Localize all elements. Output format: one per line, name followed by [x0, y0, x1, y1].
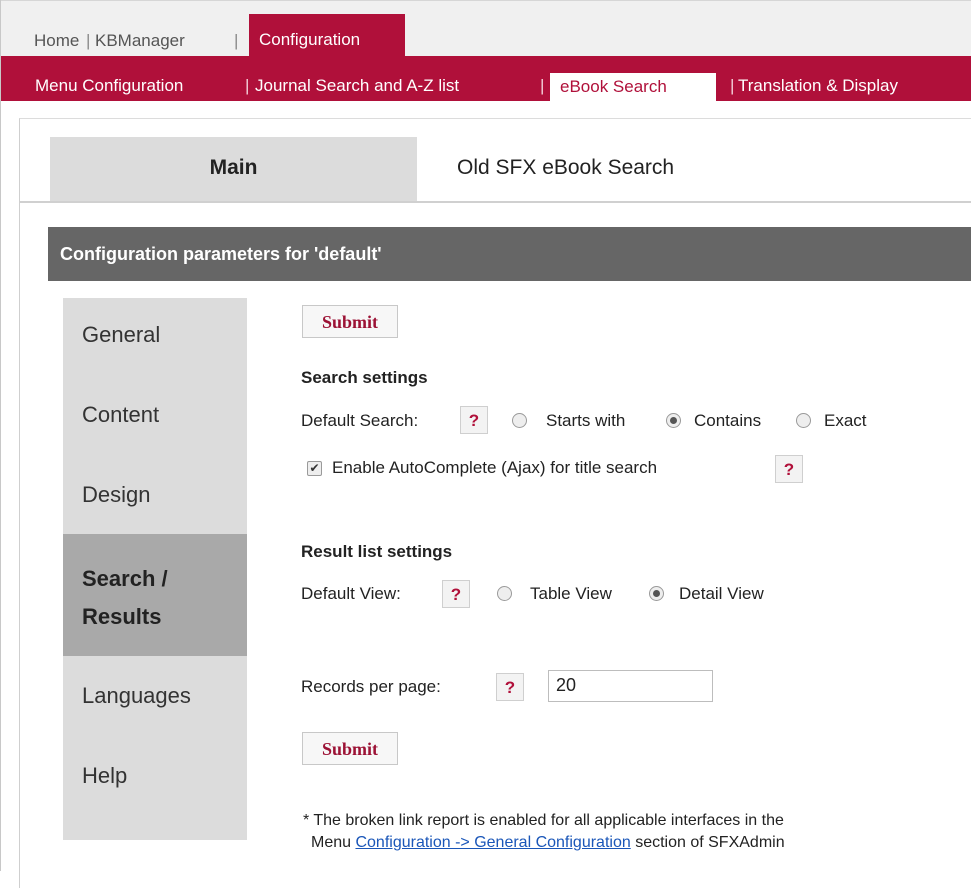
- sub-nav-ebook-search[interactable]: eBook Search: [550, 73, 716, 102]
- note-prefix: Menu: [311, 834, 356, 851]
- sub-nav-journal-search[interactable]: Journal Search and A-Z list: [255, 76, 459, 96]
- sidebar-item-content[interactable]: Content: [63, 402, 247, 428]
- general-configuration-link[interactable]: Configuration -> General Configuration: [355, 834, 630, 851]
- sub-nav-separator: |: [540, 76, 545, 95]
- records-per-page-help-icon[interactable]: ?: [496, 673, 524, 701]
- radio-starts-with[interactable]: [512, 413, 527, 428]
- radio-contains-label: Contains: [694, 411, 762, 430]
- top-nav-separator: |: [86, 31, 91, 50]
- sidebar-item-design[interactable]: Design: [63, 482, 247, 508]
- top-nav-home[interactable]: Home: [34, 31, 79, 51]
- sidebar-item-languages[interactable]: Languages: [63, 683, 247, 709]
- config-header: Configuration parameters for 'default': [48, 227, 971, 281]
- top-nav-kbmanager[interactable]: KBManager: [95, 31, 185, 51]
- top-nav-separator: |: [234, 31, 239, 50]
- autocomplete-help-icon[interactable]: ?: [775, 455, 803, 483]
- radio-exact-label: Exact: [824, 411, 867, 430]
- tab-bar: Main Old SFX eBook Search: [50, 137, 971, 201]
- config-sidebar: General Content Design Search / Results …: [63, 298, 247, 840]
- app-frame: Home | KBManager | Configuration Menu Co…: [0, 0, 971, 888]
- radio-starts-with-label: Starts with: [546, 411, 626, 430]
- top-nav-configuration[interactable]: Configuration: [249, 14, 405, 59]
- radio-exact[interactable]: [796, 413, 811, 428]
- default-search-help-icon[interactable]: ?: [460, 406, 488, 434]
- sidebar-item-label-line2: Results: [82, 604, 162, 629]
- tab-divider: [20, 201, 971, 203]
- default-view-help-icon[interactable]: ?: [442, 580, 470, 608]
- note-suffix: section of SFXAdmin: [630, 834, 785, 851]
- sub-nav-translation-display[interactable]: Translation & Display: [738, 76, 898, 96]
- broken-link-note-line2: Menu Configuration -> General Configurat…: [311, 832, 785, 854]
- tab-old-ebook-search[interactable]: Old SFX eBook Search: [417, 137, 971, 201]
- default-view-label: Default View:: [301, 584, 401, 603]
- search-settings-title: Search settings: [301, 368, 428, 387]
- radio-contains[interactable]: [666, 413, 681, 428]
- default-search-label: Default Search:: [301, 411, 419, 430]
- autocomplete-checkbox[interactable]: ✔: [307, 461, 322, 476]
- tab-main[interactable]: Main: [50, 137, 417, 201]
- sub-nav-separator: |: [730, 76, 735, 95]
- sub-nav-bar: Menu Configuration | Journal Search and …: [1, 56, 971, 102]
- sidebar-item-general[interactable]: General: [63, 322, 247, 348]
- sub-nav-menu-configuration[interactable]: Menu Configuration: [35, 76, 183, 96]
- broken-link-note-line1: * The broken link report is enabled for …: [303, 812, 784, 829]
- radio-table-view[interactable]: [497, 586, 512, 601]
- sub-nav-separator: |: [245, 76, 250, 95]
- sidebar-item-label-line1: Search /: [82, 566, 168, 591]
- autocomplete-label: Enable AutoComplete (Ajax) for title sea…: [332, 458, 658, 477]
- records-per-page-label: Records per page:: [301, 677, 441, 696]
- top-nav-bar: Home | KBManager | Configuration: [1, 0, 971, 59]
- records-per-page-input[interactable]: 20: [548, 670, 713, 702]
- submit-button-bottom[interactable]: Submit: [302, 732, 398, 765]
- config-content: Submit Search settings Default Search: ?…: [301, 300, 971, 860]
- submit-button[interactable]: Submit: [302, 305, 398, 338]
- radio-detail-view-label: Detail View: [679, 584, 764, 603]
- sidebar-item-search-results[interactable]: Search / Results: [63, 534, 247, 656]
- sidebar-item-help[interactable]: Help: [63, 763, 247, 789]
- sidebar-item-label: Search / Results: [82, 560, 168, 636]
- radio-table-view-label: Table View: [530, 584, 612, 603]
- radio-detail-view[interactable]: [649, 586, 664, 601]
- result-settings-title: Result list settings: [301, 542, 453, 561]
